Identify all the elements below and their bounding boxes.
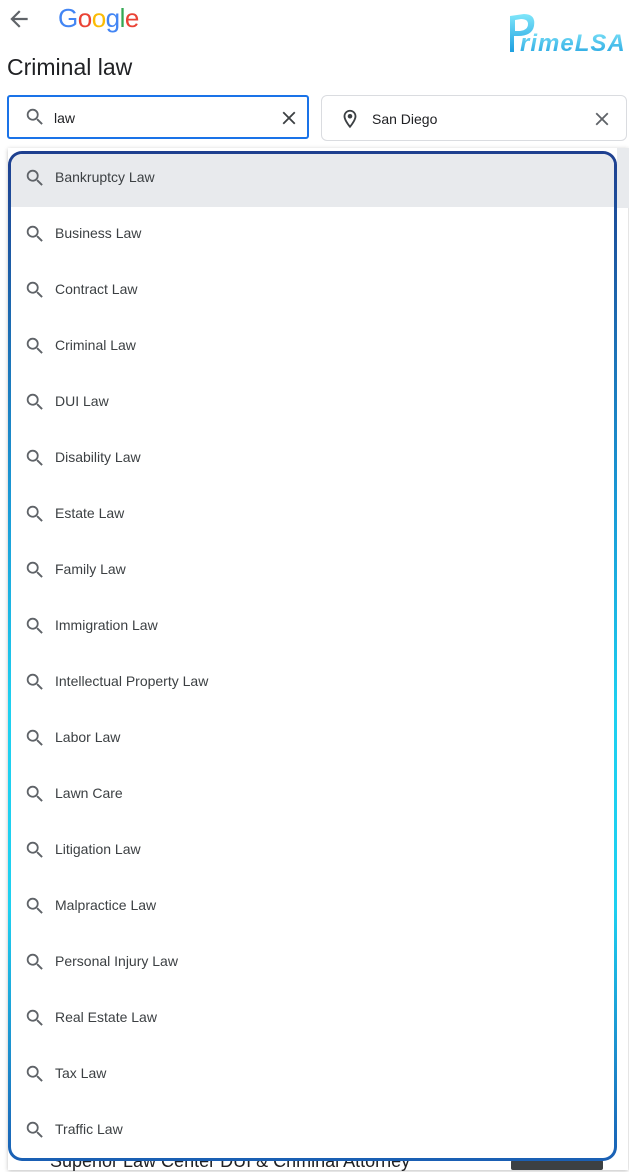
search-icon [26, 1065, 43, 1082]
suggestion-label: Disability Law [55, 449, 141, 465]
suggestion-item[interactable]: Litigation Law [11, 823, 614, 879]
suggestion-item[interactable]: Lawn Care [11, 767, 614, 823]
suggestion-item[interactable]: Personal Injury Law [11, 935, 614, 991]
suggestion-item[interactable]: Contract Law [11, 263, 614, 319]
search-icon [26, 897, 43, 914]
suggestion-item[interactable]: DUI Law [11, 375, 614, 431]
logo-letter: o [91, 3, 106, 33]
search-icon [26, 108, 43, 125]
search-icon [26, 785, 43, 802]
suggestion-item[interactable]: Traffic Law [11, 1103, 614, 1158]
suggestion-label: Litigation Law [55, 841, 141, 857]
suggestion-item[interactable]: Family Law [11, 543, 614, 599]
dropdown-edge [617, 148, 629, 208]
google-logo[interactable]: Google [58, 3, 139, 34]
result-thumbnail-partial[interactable] [511, 1160, 603, 1170]
suggestion-label: Intellectual Property Law [55, 673, 209, 689]
search-icon [26, 1121, 43, 1138]
search-icon [26, 225, 43, 242]
page-title: Criminal law [7, 54, 133, 80]
suggestion-item[interactable]: Estate Law [11, 487, 614, 543]
suggestion-item[interactable]: Malpractice Law [11, 879, 614, 935]
search-icon [26, 953, 43, 970]
location-field[interactable] [321, 95, 627, 141]
suggestion-item[interactable]: Immigration Law [11, 599, 614, 655]
suggestion-label: Lawn Care [55, 785, 123, 801]
suggestion-item[interactable]: Business Law [11, 207, 614, 263]
logo-letter: G [58, 3, 78, 33]
suggestion-item[interactable]: Criminal Law [11, 319, 614, 375]
suggestion-item[interactable]: Real Estate Law [11, 991, 614, 1047]
location-input[interactable] [372, 110, 572, 128]
search-icon [26, 337, 43, 354]
search-icon [26, 673, 43, 690]
suggestion-label: Criminal Law [55, 337, 136, 353]
search-icon [26, 729, 43, 746]
suggestion-label: Labor Law [55, 729, 121, 745]
search-input[interactable] [54, 109, 254, 127]
logo-letter: o [77, 3, 92, 33]
logo-letter: e [124, 3, 139, 33]
suggestion-label: Immigration Law [55, 617, 158, 633]
search-icon [26, 1009, 43, 1026]
location-pin-icon [343, 109, 357, 129]
search-icon [26, 393, 43, 410]
search-icon [26, 449, 43, 466]
suggestion-item[interactable]: Bankruptcy Law [11, 154, 614, 207]
suggestion-label: Estate Law [55, 505, 125, 521]
suggestion-label: Contract Law [55, 281, 138, 297]
suggestion-label: Business Law [55, 225, 142, 241]
back-arrow-icon[interactable] [6, 6, 32, 32]
suggestion-label: DUI Law [55, 393, 109, 409]
search-icon [26, 561, 43, 578]
suggestion-label: Real Estate Law [55, 1009, 157, 1025]
suggestion-item[interactable]: Labor Law [11, 711, 614, 767]
suggestion-list: Bankruptcy Law Business Law Contract Law Cr… [8, 151, 617, 1161]
search-icon [26, 169, 43, 186]
suggestion-item[interactable]: Intellectual Property Law [11, 655, 614, 711]
suggestion-label: Personal Injury Law [55, 953, 178, 969]
suggestion-item[interactable]: Tax Law [11, 1047, 614, 1103]
search-field[interactable] [7, 95, 309, 139]
suggestion-item[interactable]: Disability Law [11, 431, 614, 487]
search-icon [26, 617, 43, 634]
clear-location-icon[interactable] [591, 108, 613, 130]
clear-search-icon[interactable] [278, 107, 300, 129]
search-icon [26, 505, 43, 522]
suggestion-label: Traffic Law [55, 1121, 123, 1137]
primelsa-wordmark: rimeLSA [520, 30, 626, 57]
logo-letter: g [105, 3, 120, 33]
suggestion-label: Malpractice Law [55, 897, 157, 913]
suggestion-label: Bankruptcy Law [55, 169, 155, 185]
suggestion-label: Family Law [55, 561, 126, 577]
search-icon [26, 841, 43, 858]
search-icon [26, 281, 43, 298]
suggestion-label: Tax Law [55, 1065, 107, 1081]
